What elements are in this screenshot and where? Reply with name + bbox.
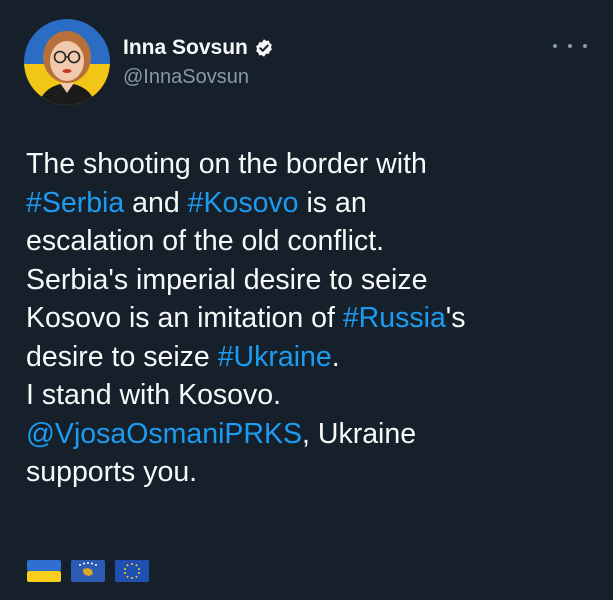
- tweet-text-fragment: .: [331, 340, 340, 373]
- kosovo-flag-icon: [71, 560, 105, 582]
- tweet-line: supports you.: [26, 456, 198, 488]
- tweet-line: Kosovo is an imitation of #Russia's: [26, 299, 596, 338]
- avatar[interactable]: [24, 19, 110, 105]
- tweet-text: The shooting on the border with #Serbia …: [26, 145, 596, 492]
- hashtag-ukraine[interactable]: #Ukraine: [218, 341, 332, 373]
- author-handle[interactable]: @InnaSovsun: [123, 65, 249, 89]
- tweet-line: escalation of the old conflict.: [26, 225, 385, 257]
- tweet-text-fragment: , Ukraine: [302, 417, 417, 450]
- author-name[interactable]: Inna Sovsun: [123, 36, 274, 60]
- dot: [568, 44, 572, 48]
- tweet-line: desire to seize #Ukraine.: [26, 338, 596, 377]
- tweet-text-fragment: is an: [298, 186, 367, 219]
- tweet-line: #Serbia and #Kosovo is an: [26, 184, 596, 223]
- more-options-icon[interactable]: [553, 36, 587, 56]
- flag-emojis: [27, 560, 149, 582]
- tweet-text-fragment: 's: [445, 302, 466, 334]
- tweet-line: I stand with Kosovo.: [26, 379, 282, 411]
- dot: [553, 44, 557, 48]
- hashtag-kosovo[interactable]: #Kosovo: [188, 187, 299, 219]
- verified-badge-icon: [256, 39, 272, 57]
- dot: [583, 44, 587, 48]
- tweet-text-fragment: and: [124, 186, 188, 219]
- tweet-line: The shooting on the border with: [26, 148, 427, 180]
- tweet-text-fragment: desire to seize: [26, 340, 218, 373]
- ukraine-flag-icon: [27, 560, 61, 582]
- mention-vjosaosmaniprks[interactable]: @VjosaOsmaniPRKS: [26, 418, 302, 450]
- tweet-line: @VjosaOsmaniPRKS, Ukraine: [26, 415, 596, 454]
- hashtag-serbia[interactable]: #Serbia: [26, 187, 124, 219]
- tweet-line: Serbia's imperial desire to seize: [26, 263, 428, 296]
- hashtag-russia[interactable]: #Russia: [343, 302, 446, 334]
- tweet-card: Inna Sovsun @InnaSovsun The shooting on …: [0, 0, 613, 600]
- eu-flag-icon: [115, 560, 149, 582]
- tweet-text-fragment: Kosovo is an imitation of: [26, 302, 343, 334]
- author-name-text[interactable]: Inna Sovsun: [123, 36, 248, 60]
